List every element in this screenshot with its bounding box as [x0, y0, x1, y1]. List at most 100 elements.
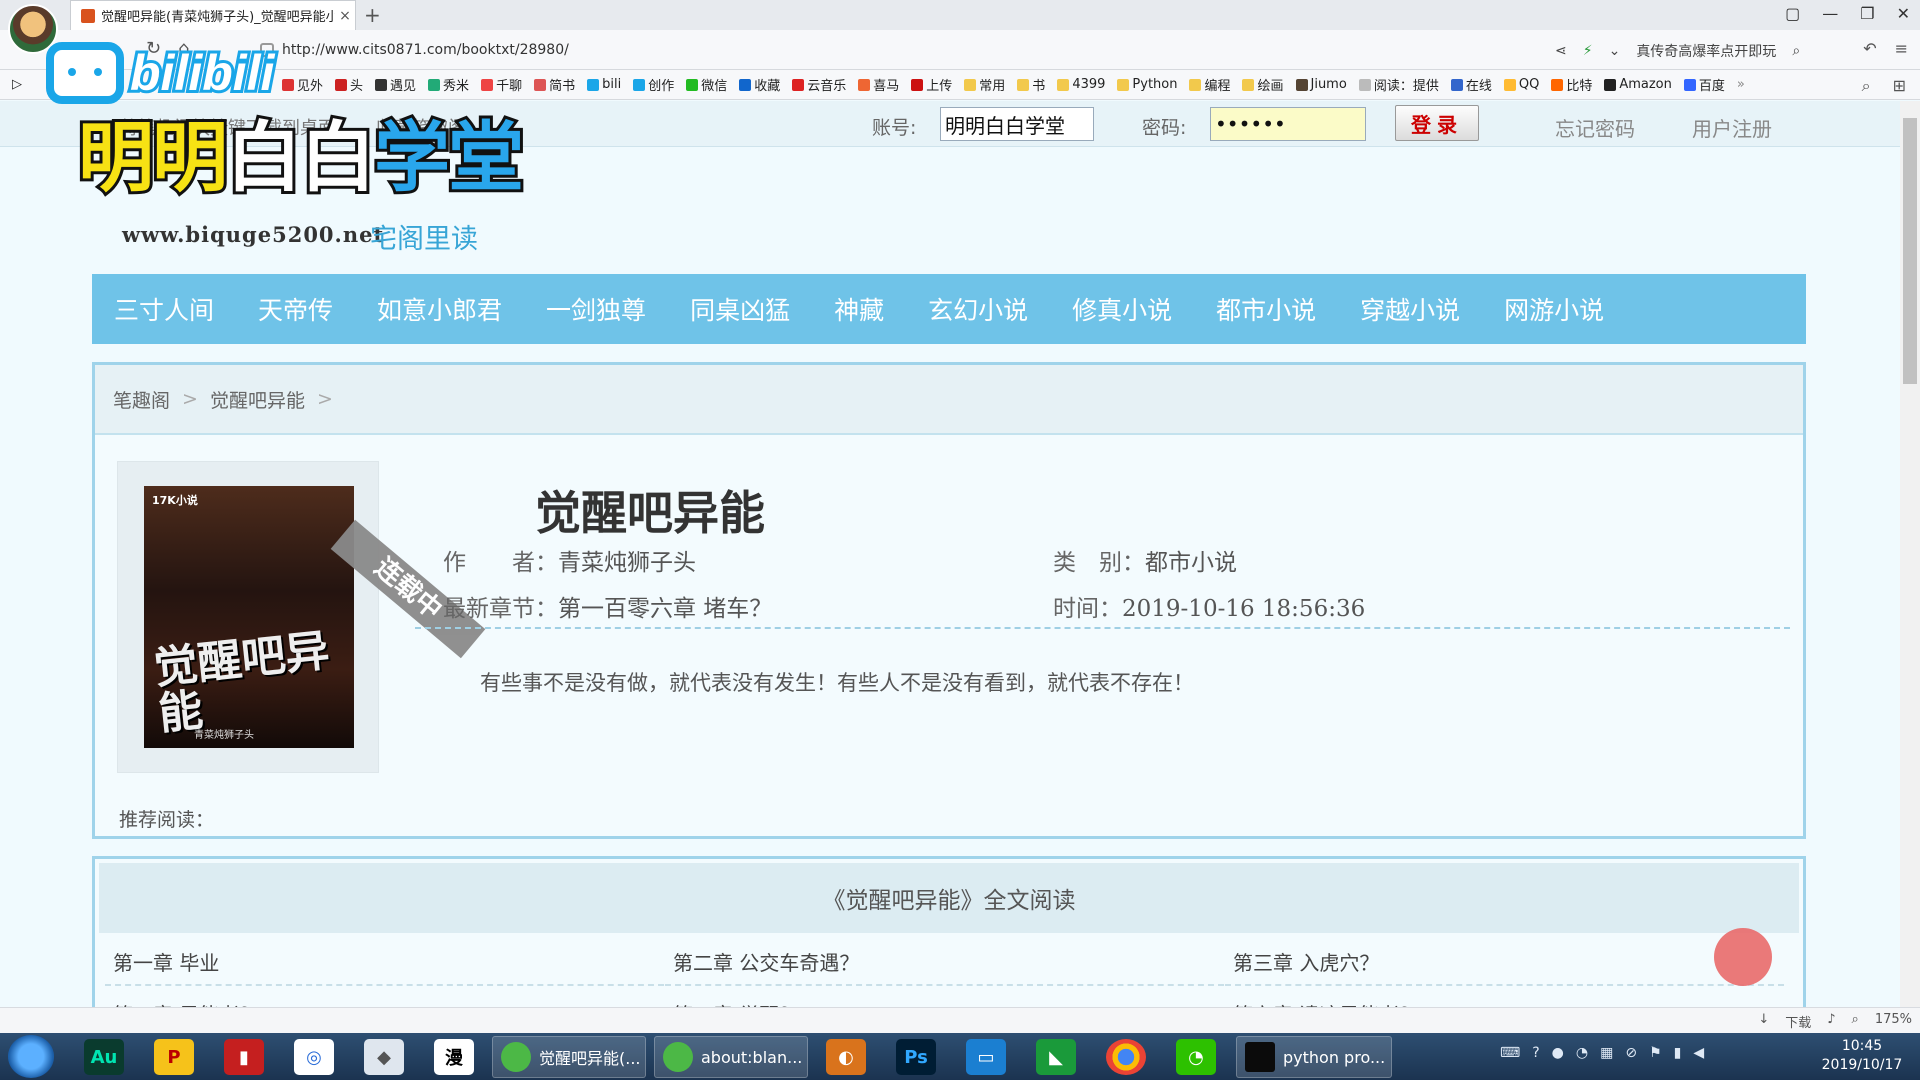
nav-item[interactable]: 穿越小说: [1360, 291, 1460, 327]
bookmark-item[interactable]: 上传: [911, 75, 952, 94]
nav-item[interactable]: 同桌凶猛: [690, 291, 790, 327]
nav-item[interactable]: 一剑独尊: [546, 291, 646, 327]
baidu-netdisk-icon[interactable]: ◎: [294, 1039, 334, 1075]
dropdown-icon[interactable]: ⌄: [1609, 43, 1621, 59]
speed-mode-icon[interactable]: ⚡: [1583, 43, 1593, 59]
book-app-icon[interactable]: ▭: [966, 1039, 1006, 1075]
chapter-link[interactable]: 第一章 毕业: [105, 939, 664, 986]
security-icon[interactable]: ⊘: [1625, 1045, 1637, 1061]
minimize-icon[interactable]: —: [1822, 4, 1838, 23]
nav-item[interactable]: 天帝传: [258, 291, 333, 327]
search-icon[interactable]: ⌕: [1792, 43, 1800, 59]
browser-tab-active[interactable]: 觉醒吧异能(青菜炖狮子头)_觉醒吧异能小 ×: [70, 0, 356, 30]
bookmark-folder[interactable]: 编程: [1189, 75, 1230, 94]
bookmark-item[interactable]: 创作: [633, 75, 674, 94]
bookmark-item[interactable]: 遇见: [375, 75, 416, 94]
audition-app-icon[interactable]: Au: [84, 1039, 124, 1075]
zoom-icon[interactable]: ⌕: [1852, 1012, 1859, 1031]
taskbar-task[interactable]: 觉醒吧异能(...: [492, 1036, 646, 1078]
chapter-link[interactable]: 第三章 入虎穴？: [1225, 939, 1784, 986]
bookmark-item[interactable]: 收藏: [739, 75, 780, 94]
password-input[interactable]: [1210, 107, 1366, 141]
bookmark-folder[interactable]: 4399: [1057, 77, 1105, 92]
sound-icon[interactable]: ♪: [1827, 1012, 1835, 1031]
login-button[interactable]: 登录: [1395, 105, 1479, 141]
bookmarks-toggle-icon[interactable]: ▷: [12, 77, 22, 92]
app-icon[interactable]: ◆: [364, 1039, 404, 1075]
new-tab-button[interactable]: +: [364, 3, 381, 27]
signal-icon[interactable]: ▮: [1674, 1045, 1682, 1061]
system-clock[interactable]: 10:45 2019/10/17: [1808, 1037, 1916, 1075]
apps-grid-icon[interactable]: ⊞: [1893, 76, 1906, 96]
media-app-icon[interactable]: ◐: [826, 1039, 866, 1075]
nav-item[interactable]: 玄幻小说: [928, 291, 1028, 327]
bookmark-folder[interactable]: Python: [1117, 77, 1177, 92]
wechat-app-icon[interactable]: ◔: [1176, 1039, 1216, 1075]
nav-item[interactable]: 都市小说: [1216, 291, 1316, 327]
nav-item[interactable]: 三寸人间: [114, 291, 214, 327]
undo-icon[interactable]: ↶: [1863, 39, 1876, 58]
bookmark-item[interactable]: 见外: [282, 75, 323, 94]
share-icon[interactable]: ⋖: [1555, 43, 1567, 59]
help-icon[interactable]: ?: [1532, 1045, 1539, 1061]
skin-icon[interactable]: ▢: [1785, 4, 1800, 23]
microphone-icon[interactable]: ●: [1552, 1045, 1564, 1061]
bookmark-item[interactable]: 秀米: [428, 75, 469, 94]
bookmark-item[interactable]: 云音乐: [792, 75, 846, 94]
breadcrumb-home-link[interactable]: 笔趣阁: [113, 386, 170, 413]
bookmark-item[interactable]: Jiumo: [1295, 77, 1347, 92]
bookmark-item[interactable]: 千聊: [481, 75, 522, 94]
bookmark-item[interactable]: bili: [587, 77, 621, 92]
menu-icon[interactable]: ≡: [1895, 39, 1908, 58]
chapter-link[interactable]: 第二章 公交车奇遇？: [665, 939, 1224, 986]
bookmark-item[interactable]: QQ: [1503, 77, 1539, 92]
green-app-icon[interactable]: ◣: [1036, 1039, 1076, 1075]
nav-item[interactable]: 网游小说: [1504, 291, 1604, 327]
bookmark-item[interactable]: Amazon: [1604, 77, 1672, 92]
bookmark-item[interactable]: 头: [335, 75, 363, 94]
manga-app-icon[interactable]: 漫: [434, 1039, 474, 1075]
bookmark-item[interactable]: 简书: [534, 75, 575, 94]
wechat-tray-icon[interactable]: ◔: [1576, 1045, 1588, 1061]
download-icon[interactable]: ↓: [1758, 1012, 1769, 1031]
downloads-label[interactable]: 下载: [1785, 1012, 1811, 1031]
bookmark-folder[interactable]: 常用: [964, 75, 1005, 94]
nav-item[interactable]: 修真小说: [1072, 291, 1172, 327]
breadcrumb-book-link[interactable]: 觉醒吧异能: [210, 386, 305, 413]
more-bookmarks-icon[interactable]: »: [1737, 77, 1745, 92]
latest-chapter-link[interactable]: 第一百零六章 堵车？: [558, 596, 772, 622]
nav-item[interactable]: 如意小郎君: [377, 291, 502, 327]
scrollbar-thumb[interactable]: [1903, 118, 1917, 384]
bookmark-item[interactable]: 微信: [686, 75, 727, 94]
bookmark-item[interactable]: 比特: [1551, 75, 1592, 94]
zoom-level[interactable]: 175%: [1875, 1012, 1912, 1031]
close-tab-icon[interactable]: ×: [335, 8, 355, 24]
taskbar-task[interactable]: python pro...: [1236, 1036, 1392, 1078]
network-icon[interactable]: ▦: [1600, 1045, 1613, 1061]
bookmark-folder[interactable]: 书: [1017, 75, 1045, 94]
chrome-app-icon[interactable]: [1106, 1039, 1146, 1075]
photoshop-app-icon[interactable]: Ps: [896, 1039, 936, 1075]
nav-item[interactable]: 神藏: [834, 291, 884, 327]
bookmark-item[interactable]: 在线: [1450, 75, 1492, 94]
reader-app-icon[interactable]: ▮: [224, 1039, 264, 1075]
bookmark-item[interactable]: 百度: [1683, 75, 1725, 94]
restore-icon[interactable]: ❐: [1860, 4, 1874, 23]
promo-link[interactable]: 真传奇高爆率点开即玩: [1636, 41, 1776, 61]
volume-icon[interactable]: ◀: [1693, 1045, 1704, 1061]
flag-icon[interactable]: ⚑: [1649, 1045, 1662, 1061]
forgot-password-link[interactable]: 忘记密码: [1555, 113, 1635, 142]
pdf-app-icon[interactable]: P: [154, 1039, 194, 1075]
bookmark-folder[interactable]: 绘画: [1242, 75, 1284, 94]
find-icon[interactable]: ⌕: [1862, 76, 1871, 96]
bookmark-item[interactable]: 喜马: [858, 75, 899, 94]
url-field[interactable]: http://www.cits0871.com/booktxt/28980/: [240, 37, 1530, 63]
register-link[interactable]: 用户注册: [1692, 113, 1772, 142]
bookmark-item[interactable]: 阅读：提供: [1358, 75, 1439, 94]
close-window-icon[interactable]: ✕: [1897, 4, 1910, 23]
book-cover-image[interactable]: 17K小说 觉醒吧异能 青菜炖狮子头: [144, 486, 354, 748]
account-input[interactable]: [940, 107, 1094, 141]
start-button[interactable]: [8, 1035, 54, 1078]
taskbar-task[interactable]: about:blan...: [654, 1036, 808, 1078]
keyboard-icon[interactable]: ⌨: [1500, 1045, 1520, 1061]
